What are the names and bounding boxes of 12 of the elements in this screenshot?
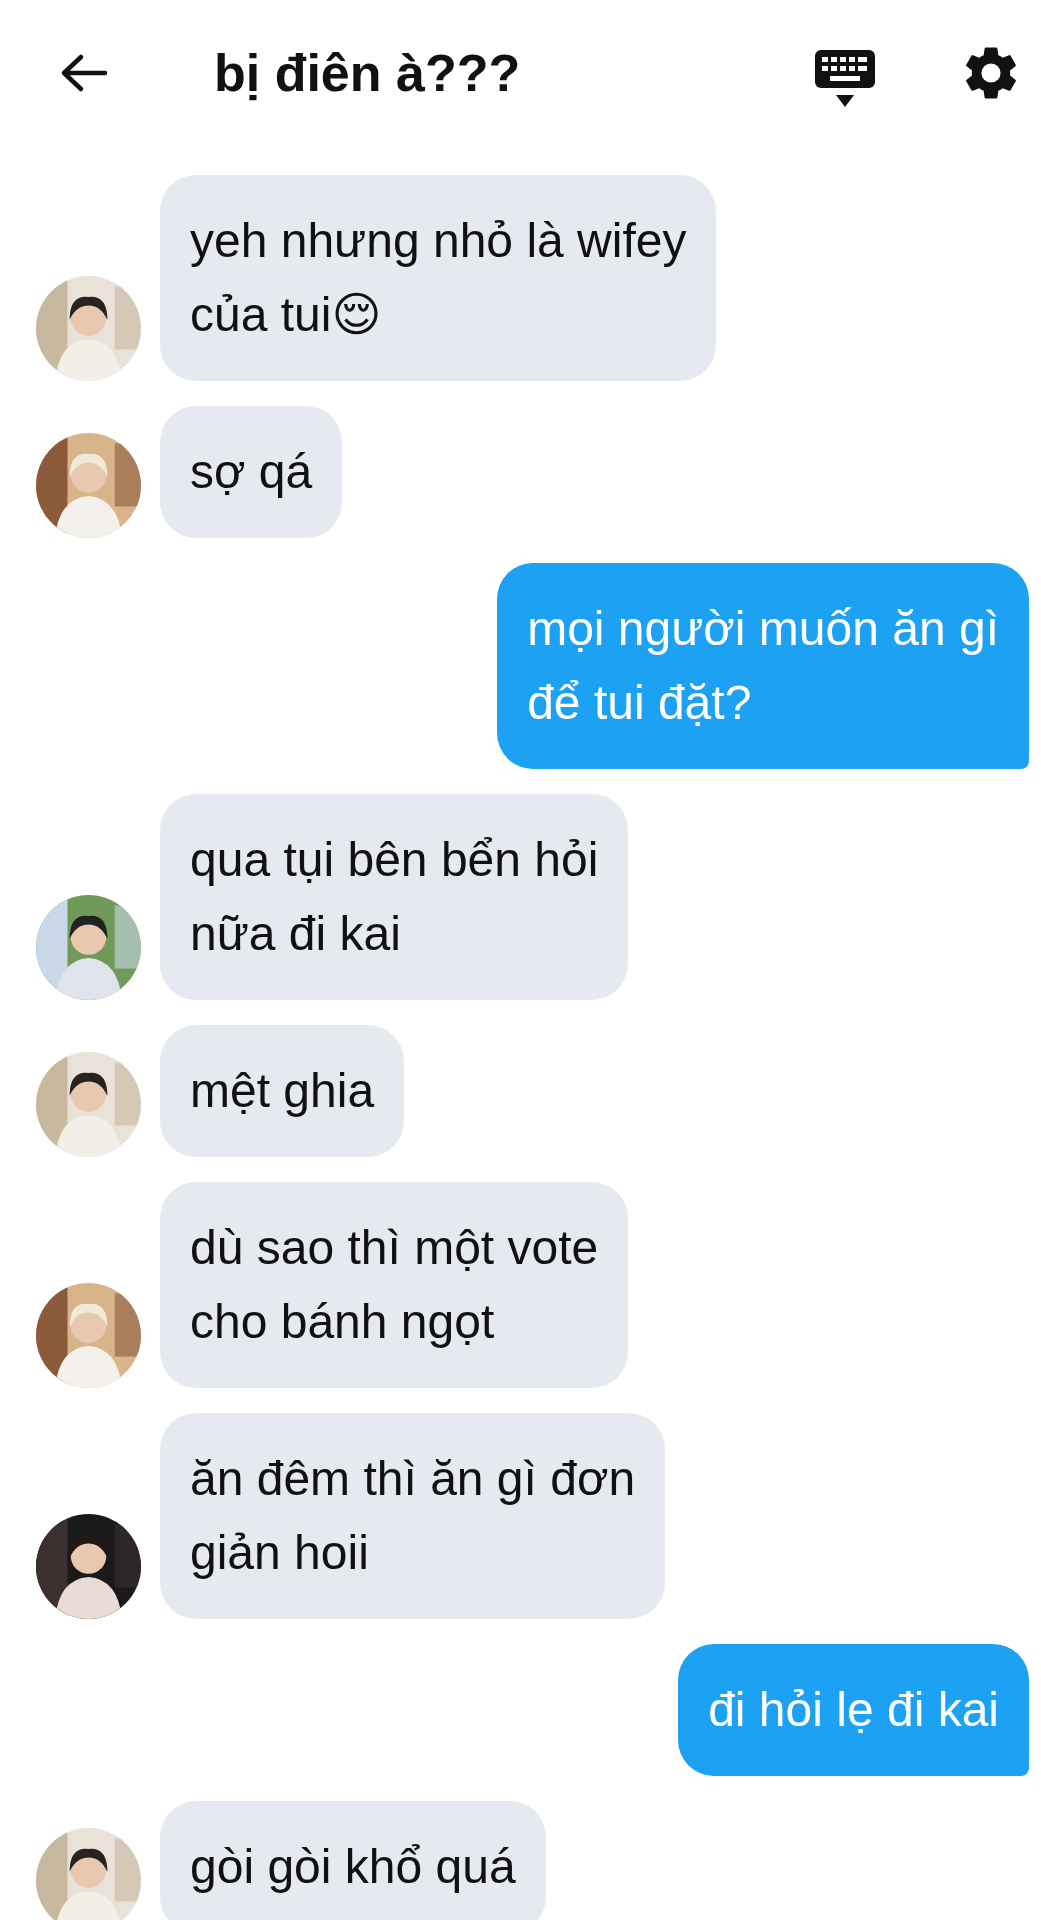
message-bubble: mệt ghia [160,1025,405,1157]
message-bubble: mọi người muốn ăn gì để tui đặt? [497,563,1029,769]
message-bubble: qua tụi bên bển hỏi nữa đi kai [160,794,629,1000]
back-icon[interactable] [59,53,109,93]
message-bubble: ăn đêm thì ăn gì đơn giản hoii [160,1413,666,1619]
message-bubble: sợ qá [160,406,343,538]
message-bubble: đi hỏi lẹ đi kai [678,1644,1029,1776]
message-bubble: yeh nhưng nhỏ là wifey của tui😌 [160,175,717,381]
chat-title: bị điên à??? [214,43,522,103]
keyboard-icon[interactable] [814,49,876,109]
message-bubble: gòi gòi khổ quá [160,1801,546,1920]
message-bubble: dù sao thì một vote cho bánh ngọt [160,1182,629,1388]
